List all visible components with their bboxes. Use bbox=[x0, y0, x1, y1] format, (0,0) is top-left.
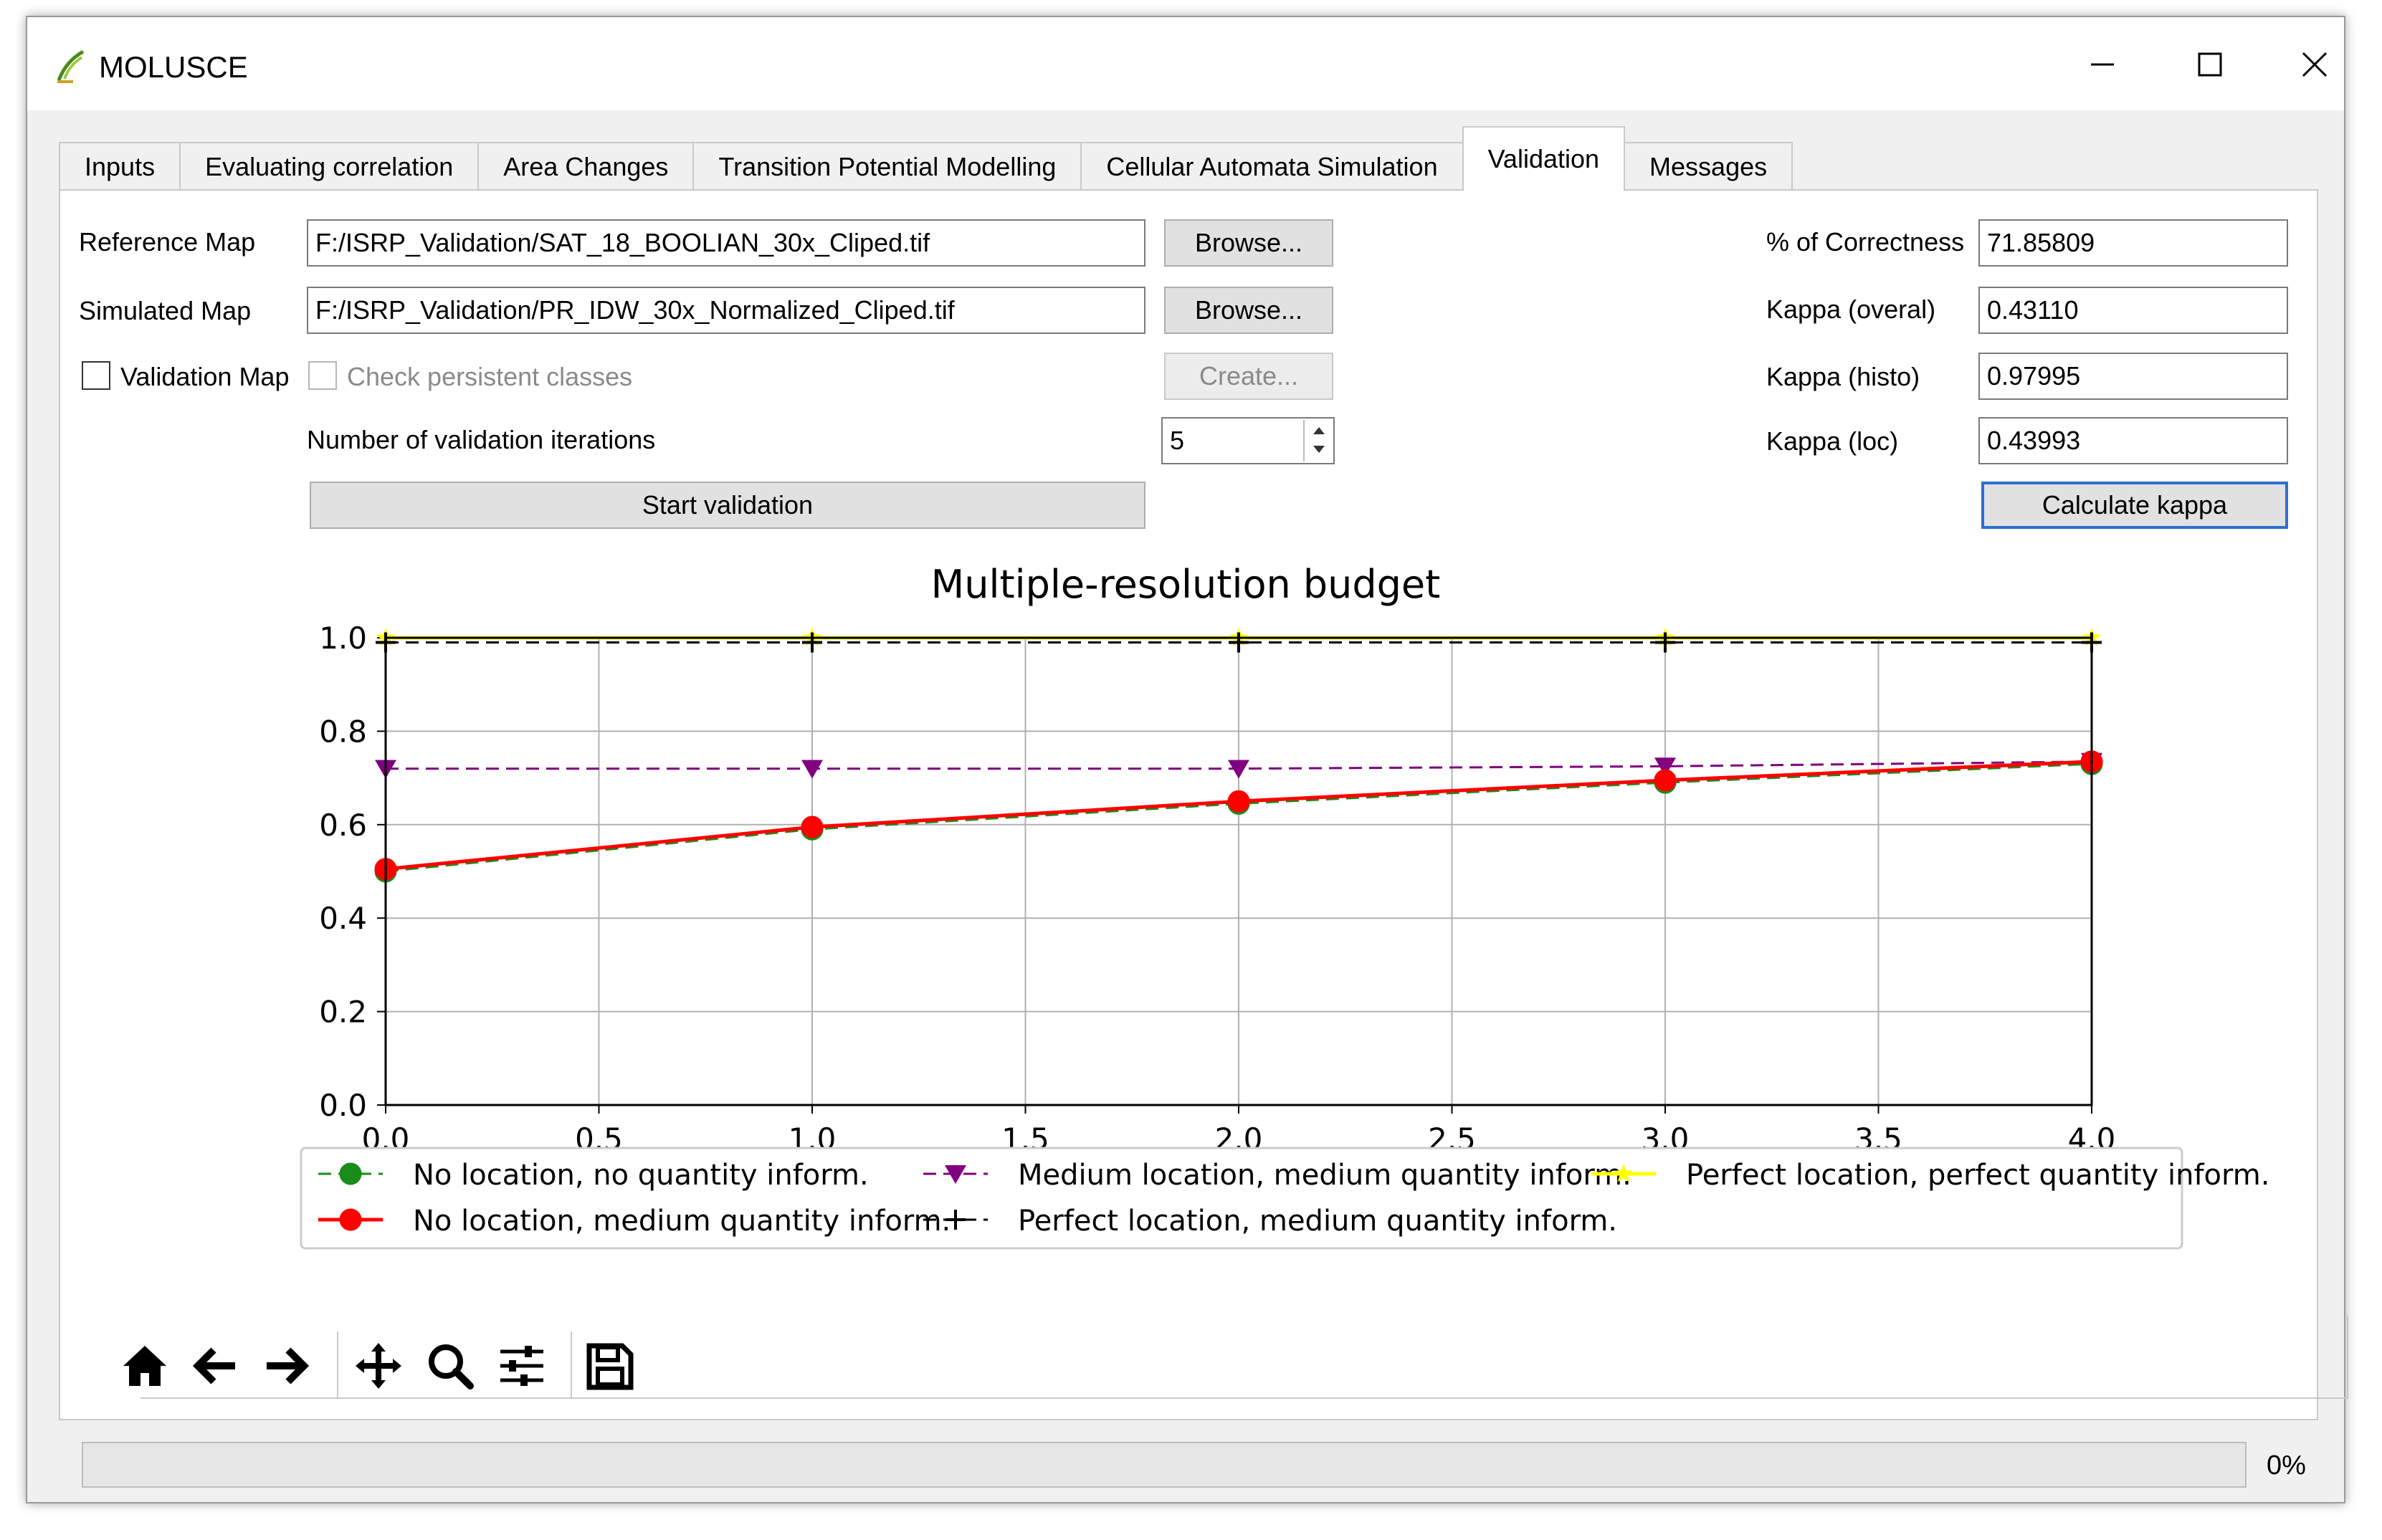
y-tick-label: 0.6 bbox=[319, 808, 367, 843]
zoom-button[interactable] bbox=[421, 1337, 479, 1395]
toolbar-separator bbox=[571, 1331, 572, 1397]
close-icon bbox=[2302, 52, 2328, 77]
title-bar: MOLUSCE bbox=[27, 17, 2344, 110]
legend-entry: No location, medium quantity inform. bbox=[318, 1205, 951, 1238]
minimize-button[interactable] bbox=[2063, 39, 2142, 90]
forward-button[interactable] bbox=[257, 1337, 314, 1395]
legend-entry: Perfect location, perfect quantity infor… bbox=[1591, 1159, 2269, 1192]
toolbar-separator bbox=[337, 1331, 338, 1397]
y-tick-label: 0.2 bbox=[319, 995, 367, 1030]
progress-bar bbox=[82, 1442, 2247, 1488]
legend-marker bbox=[339, 1208, 362, 1231]
y-tick-label: 0.8 bbox=[319, 714, 367, 749]
legend-label: No location, no quantity inform. bbox=[413, 1159, 869, 1192]
back-button[interactable] bbox=[188, 1337, 245, 1395]
save-button[interactable] bbox=[581, 1337, 638, 1395]
tab-messages[interactable]: Messages bbox=[1624, 142, 1793, 191]
tab-area-changes[interactable]: Area Changes bbox=[477, 142, 695, 191]
window-title: MOLUSCE bbox=[99, 50, 248, 84]
chart-grid bbox=[385, 637, 2092, 1106]
tab-validation[interactable]: Validation bbox=[1462, 126, 1626, 191]
configure-subplots-icon bbox=[500, 1346, 543, 1386]
maximize-button[interactable] bbox=[2171, 39, 2249, 90]
progress-text: 0% bbox=[2267, 1450, 2306, 1481]
legend-label: Perfect location, perfect quantity infor… bbox=[1686, 1159, 2269, 1192]
legend-entry: Medium location, medium quantity inform. bbox=[923, 1159, 1631, 1192]
configure-subplots-button[interactable] bbox=[493, 1337, 551, 1395]
data-point bbox=[1227, 790, 1250, 813]
close-button[interactable] bbox=[2275, 39, 2354, 90]
maximize-icon bbox=[2198, 52, 2222, 77]
molusce-window: MOLUSCE Inputs Evaluating correlation Ar… bbox=[26, 16, 2348, 1503]
back-arrow-icon bbox=[192, 1347, 235, 1384]
y-tick-label: 0.0 bbox=[319, 1088, 367, 1123]
chart-legend: No location, no quantity inform. No locat… bbox=[300, 1147, 2269, 1250]
home-button[interactable] bbox=[116, 1337, 173, 1395]
series-3 bbox=[376, 632, 2102, 653]
chart-title: Multiple-resolution budget bbox=[931, 562, 1441, 607]
pan-icon bbox=[356, 1343, 401, 1389]
data-point bbox=[1654, 769, 1677, 792]
validation-panel: Reference Map F:/ISRP_Validation/SAT_18_… bbox=[59, 189, 2348, 1420]
molusce-app-icon bbox=[57, 49, 85, 83]
forward-arrow-icon bbox=[267, 1347, 310, 1384]
multiple-resolution-budget-chart: Multiple-resolution budget 0.0 0.5 1.0 1.5 2… bbox=[300, 562, 2269, 1250]
legend-marker bbox=[339, 1162, 362, 1185]
tab-evaluating-correlation[interactable]: Evaluating correlation bbox=[179, 142, 480, 191]
legend-entry: Perfect location, medium quantity inform… bbox=[923, 1205, 1617, 1238]
tab-transition-potential-modelling[interactable]: Transition Potential Modelling bbox=[692, 142, 1082, 191]
tab-bar: Inputs Evaluating correlation Area Chang… bbox=[59, 126, 1793, 191]
chart-ticks: 0.0 0.5 1.0 1.5 2.0 2.5 3.0 3.5 4.00.00.20.40.60… bbox=[319, 621, 2115, 1157]
y-tick-label: 0.4 bbox=[319, 901, 367, 936]
save-icon bbox=[586, 1343, 634, 1390]
tab-inputs[interactable]: Inputs bbox=[59, 142, 181, 191]
data-point bbox=[801, 816, 824, 838]
tab-cellular-automata-simulation[interactable]: Cellular Automata Simulation bbox=[1080, 142, 1464, 191]
minimize-icon bbox=[2091, 63, 2114, 66]
legend-label: Medium location, medium quantity inform. bbox=[1018, 1159, 1631, 1192]
legend-label: No location, medium quantity inform. bbox=[413, 1205, 951, 1238]
legend-label: Perfect location, medium quantity inform… bbox=[1018, 1205, 1617, 1238]
y-tick-label: 1.0 bbox=[319, 621, 367, 656]
home-icon bbox=[123, 1346, 166, 1386]
zoom-icon bbox=[429, 1344, 474, 1390]
pan-button[interactable] bbox=[350, 1337, 407, 1395]
